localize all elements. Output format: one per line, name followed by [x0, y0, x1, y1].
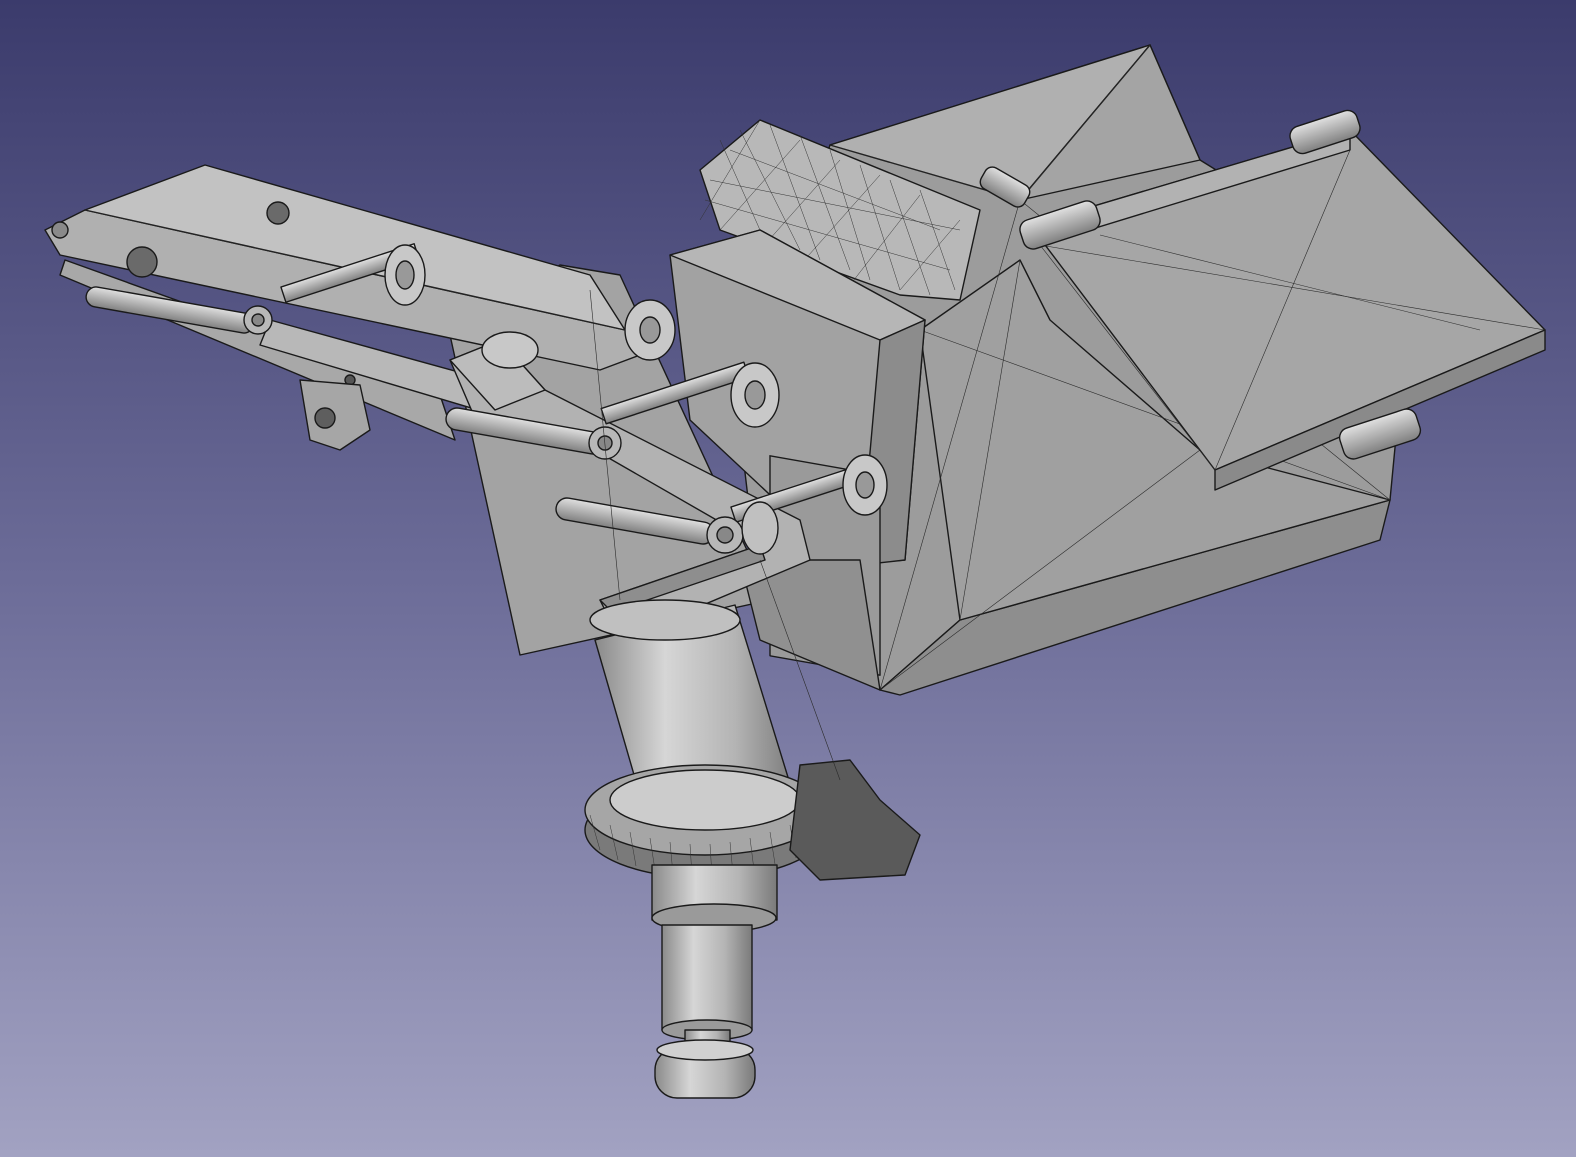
- cad-model-render[interactable]: [0, 0, 1576, 1157]
- base-spindle[interactable]: [651, 864, 778, 1099]
- 3d-viewport[interactable]: [0, 0, 1576, 1157]
- indexing-ring[interactable]: [584, 759, 921, 881]
- mount-lug[interactable]: [299, 379, 371, 451]
